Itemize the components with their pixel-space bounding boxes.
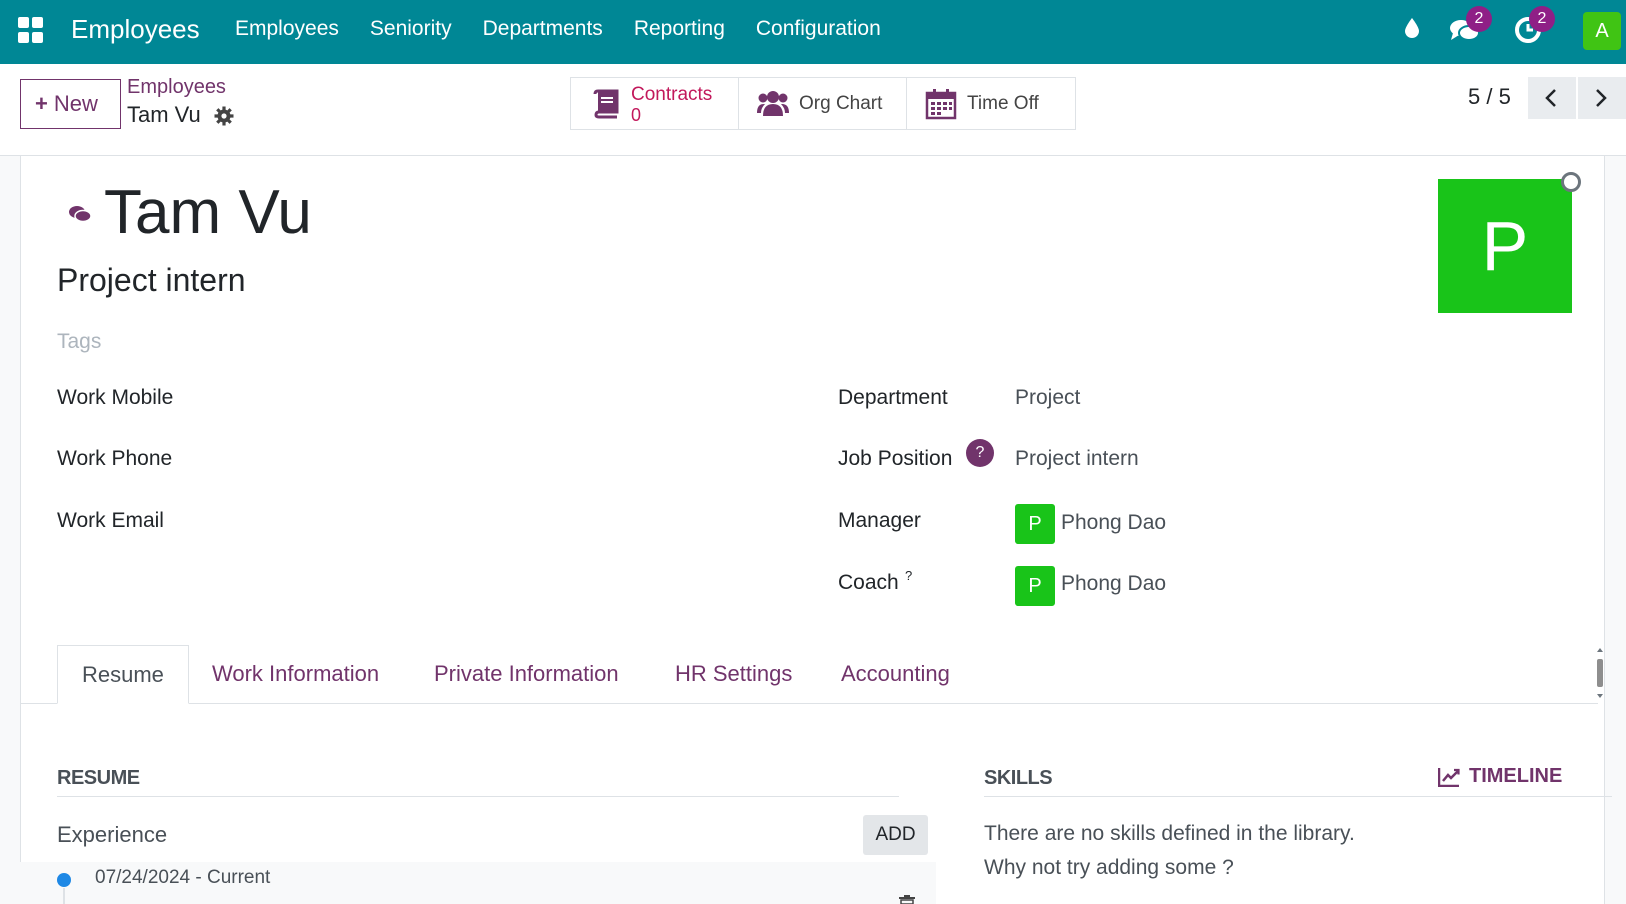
- control-panel: + New Employees Tam Vu Contracts 0 Org Ch…: [0, 64, 1626, 156]
- menu-configuration[interactable]: Configuration: [756, 17, 881, 41]
- contracts-count: 0: [631, 105, 642, 125]
- tab-work-information[interactable]: Work Information: [212, 645, 379, 704]
- skills-empty-message: There are no skills defined in the libra…: [984, 822, 1355, 845]
- users-icon: [757, 91, 789, 116]
- manager-label: Manager: [838, 509, 921, 532]
- tab-resume[interactable]: Resume: [57, 645, 189, 704]
- coach-field[interactable]: Phong Dao: [1061, 572, 1166, 596]
- time-off-label: Time Off: [967, 93, 1039, 114]
- plus-icon: +: [35, 91, 48, 116]
- smart-buttons: Contracts 0 Org Chart Time Off: [570, 77, 1076, 130]
- menu-departments[interactable]: Departments: [483, 17, 603, 41]
- presence-status-icon: [1561, 172, 1581, 192]
- book-icon: [593, 89, 619, 119]
- new-button[interactable]: + New: [20, 79, 121, 129]
- coach-help-sup[interactable]: ?: [905, 568, 912, 583]
- contracts-button[interactable]: Contracts 0: [571, 78, 739, 129]
- department-label: Department: [838, 386, 948, 409]
- help-question-icon[interactable]: ?: [966, 439, 994, 467]
- coach-label: Coach: [838, 571, 899, 594]
- org-chart-button[interactable]: Org Chart: [739, 78, 907, 129]
- skills-section-title: SKILLS: [984, 767, 1053, 789]
- menu-seniority[interactable]: Seniority: [370, 17, 452, 41]
- timeline-dot-icon: [57, 873, 71, 887]
- pager-value[interactable]: 5 / 5: [1468, 84, 1511, 110]
- water-drop-icon[interactable]: [1405, 18, 1419, 38]
- chevron-right-icon: [1596, 89, 1607, 107]
- activity-badge: 2: [1529, 6, 1555, 32]
- tab-private-information[interactable]: Private Information: [434, 645, 619, 704]
- contracts-label: Contracts: [631, 84, 713, 105]
- user-avatar[interactable]: A: [1583, 12, 1621, 50]
- employee-job-title[interactable]: Project intern: [57, 262, 246, 299]
- department-field[interactable]: Project: [1015, 386, 1080, 410]
- new-button-label: New: [53, 91, 98, 116]
- top-navbar: Employees Employees Seniority Department…: [0, 0, 1626, 64]
- tab-accounting[interactable]: Accounting: [841, 645, 950, 704]
- pager-previous-button[interactable]: [1528, 77, 1576, 119]
- breadcrumb-parent[interactable]: Employees: [127, 76, 226, 99]
- chat-bubbles-icon: [69, 206, 92, 223]
- time-off-button[interactable]: Time Off: [907, 78, 1075, 129]
- calendar-icon: [925, 89, 957, 120]
- work-phone-label: Work Phone: [57, 447, 173, 470]
- line-chart-icon: [1438, 768, 1460, 787]
- menu-reporting[interactable]: Reporting: [634, 17, 725, 41]
- apps-grid-icon[interactable]: [18, 17, 44, 43]
- app-brand[interactable]: Employees: [71, 14, 200, 45]
- resume-divider: [57, 796, 899, 797]
- job-position-field[interactable]: Project intern: [1015, 447, 1139, 471]
- org-chart-label: Org Chart: [799, 93, 883, 114]
- tags-input[interactable]: Tags: [57, 330, 101, 354]
- breadcrumb-current: Tam Vu: [127, 102, 201, 127]
- employee-name[interactable]: Tam Vu: [104, 177, 312, 248]
- manager-field[interactable]: Phong Dao: [1061, 511, 1166, 535]
- work-mobile-label: Work Mobile: [57, 386, 174, 409]
- form-sheet: [20, 156, 1605, 904]
- chevron-left-icon: [1545, 89, 1556, 107]
- tabs-scrollbar[interactable]: [1593, 645, 1607, 701]
- chat-badge: 2: [1466, 6, 1492, 32]
- manager-avatar: P: [1015, 504, 1055, 544]
- experience-heading: Experience: [57, 822, 168, 847]
- timeline-line: [63, 888, 65, 904]
- add-resume-button[interactable]: ADD: [863, 815, 928, 855]
- skills-divider: [984, 796, 1612, 797]
- employee-photo[interactable]: P: [1438, 179, 1572, 313]
- work-email-label: Work Email: [57, 509, 164, 532]
- pager-next-button[interactable]: [1578, 77, 1626, 119]
- top-menu: Employees Seniority Departments Reportin…: [235, 17, 912, 41]
- resume-section-title: RESUME: [57, 767, 140, 789]
- tab-hr-settings[interactable]: HR Settings: [675, 645, 792, 704]
- job-position-label: Job Position: [838, 447, 953, 470]
- resume-entry-date: 07/24/2024 - Current: [95, 867, 271, 888]
- coach-avatar: P: [1015, 566, 1055, 606]
- trash-icon[interactable]: [898, 895, 916, 904]
- menu-employees[interactable]: Employees: [235, 17, 339, 41]
- timeline-button[interactable]: TIMELINE: [1469, 765, 1562, 788]
- skills-empty-hint: Why not try adding some ?: [984, 856, 1234, 879]
- gear-icon[interactable]: [214, 106, 234, 126]
